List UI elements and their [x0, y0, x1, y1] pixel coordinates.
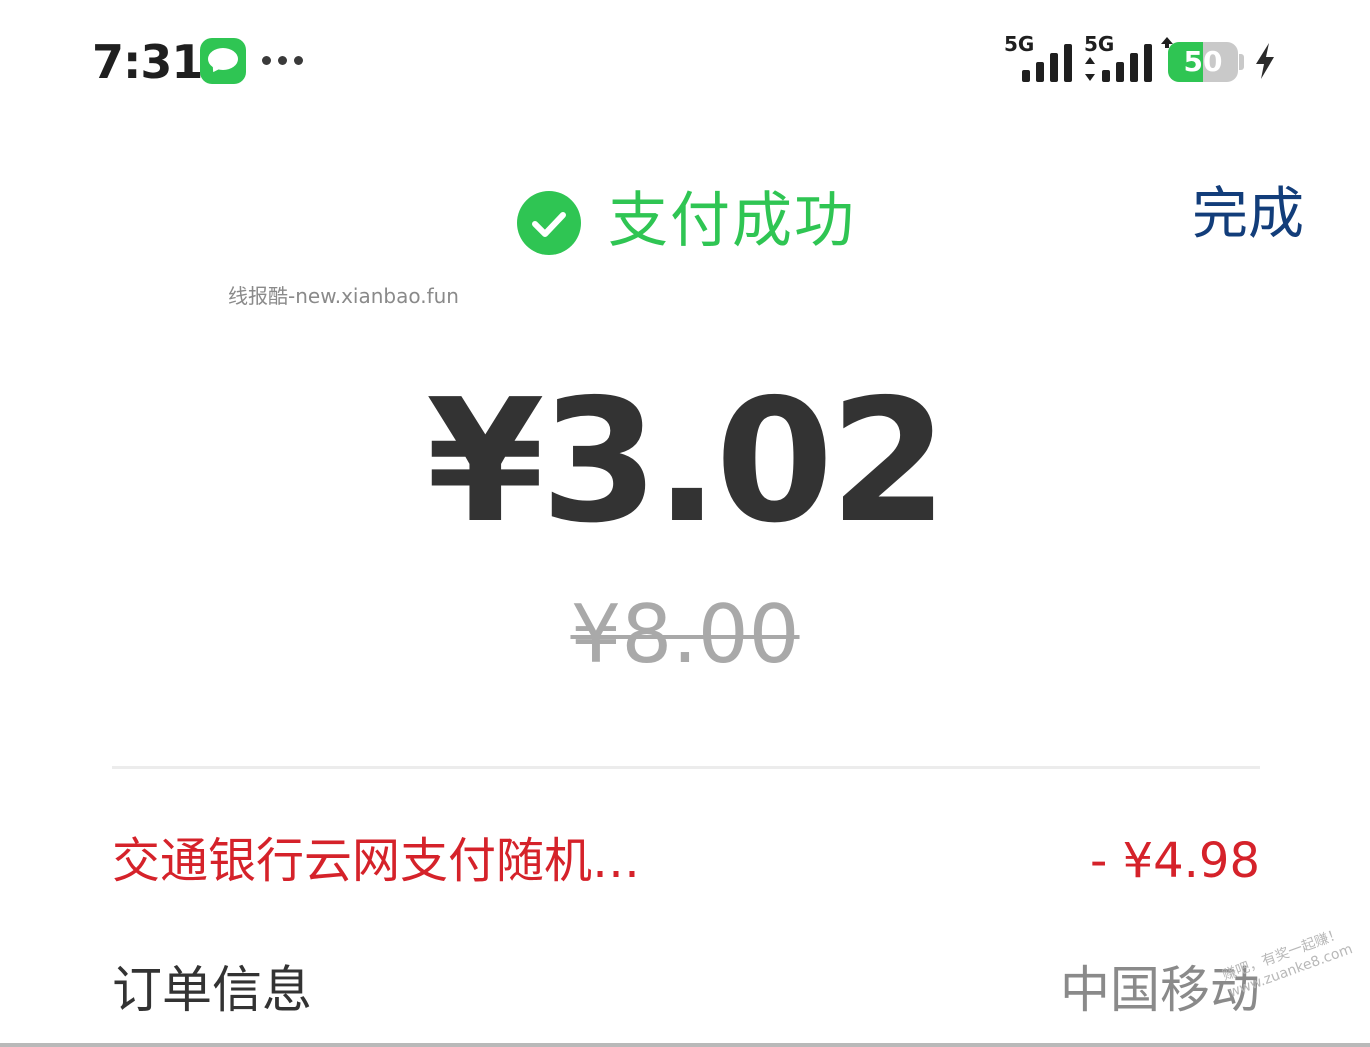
payment-status-text: 支付成功: [608, 186, 856, 256]
signal-2-label: 5G: [1084, 32, 1115, 56]
watermark-text: 线报酷-new.xianbao.fun: [228, 284, 459, 308]
divider: [112, 766, 1260, 769]
corner-watermark: 赚吧，有奖一起赚！ www.zuanke8.com: [1220, 923, 1355, 1002]
check-circle-icon: [517, 191, 581, 255]
discount-value: - ¥4.98: [1090, 833, 1260, 889]
charging-bolt-icon: [1256, 43, 1274, 79]
data-arrows-icon: [1085, 57, 1095, 81]
payment-success-header: 支付成功: [516, 184, 936, 258]
signal-1-label: 5G: [1004, 32, 1035, 56]
original-amount: ¥8.00: [570, 588, 800, 681]
signal-icon: 5G: [1084, 34, 1156, 82]
order-info-label: 订单信息: [112, 961, 312, 1019]
paid-amount: ¥3.02: [426, 363, 948, 561]
battery-icon: 50: [1160, 36, 1244, 82]
done-button[interactable]: 完成: [1192, 180, 1304, 250]
messages-icon: [200, 38, 246, 84]
status-bar: 7:31 5G 5G 50: [0, 0, 1370, 120]
battery-level: 50: [1183, 45, 1223, 78]
bottom-edge: [0, 1043, 1370, 1047]
status-time: 7:31: [92, 35, 203, 89]
signal-icon: 5G: [1004, 34, 1076, 82]
more-dots-icon: [262, 56, 306, 66]
discount-label: 交通银行云网支付随机…: [112, 833, 641, 889]
